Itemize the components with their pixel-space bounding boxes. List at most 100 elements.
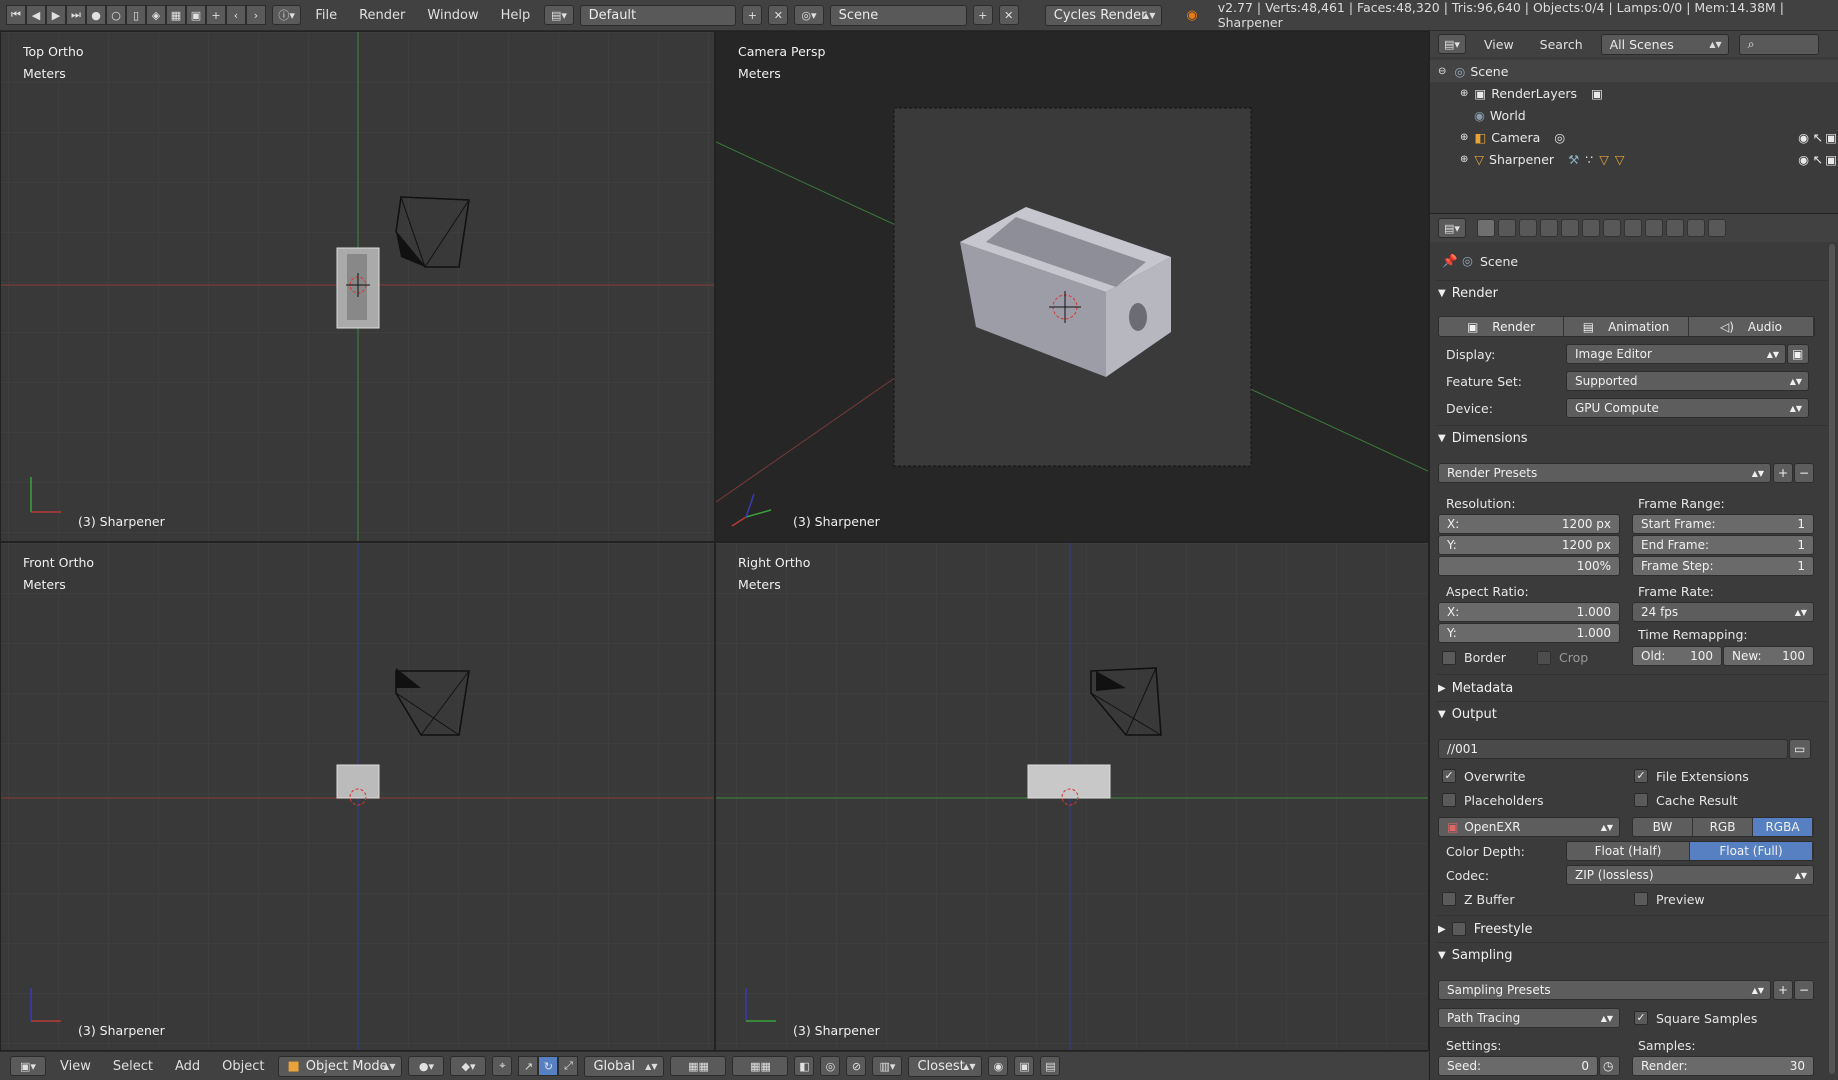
remove-scene-icon[interactable]: ✕: [998, 5, 1019, 25]
channel-bw-button[interactable]: BW: [1633, 818, 1693, 836]
properties-scrollbar[interactable]: [1829, 244, 1835, 1074]
screen-layout-icon[interactable]: ▤▾: [544, 5, 574, 25]
border-checkbox[interactable]: [1442, 651, 1456, 665]
add-sampling-preset-button[interactable]: +: [1773, 980, 1793, 1000]
expand-icon[interactable]: ⊕: [1460, 88, 1468, 99]
frame-rate-select[interactable]: 24 fps ▲▼: [1632, 602, 1814, 622]
animation-button[interactable]: ▤ Animation: [1564, 317, 1689, 336]
outliner-item-camera[interactable]: ⊕ ◧ Camera ◎ ◉ ↖ ▣: [1430, 126, 1838, 148]
remove-sampling-preset-button[interactable]: −: [1794, 980, 1814, 1000]
render-toggle-icon[interactable]: ▣: [1825, 130, 1837, 145]
outliner-search-menu[interactable]: Search: [1532, 37, 1591, 52]
outliner-item-sharpener[interactable]: ⊕ ▽ Sharpener ⚒ ∵ ▽ ▽ ◉ ↖ ▣: [1430, 148, 1838, 170]
viewport-top-ortho[interactable]: Top Ortho Meters (3) Sharpener: [0, 31, 715, 542]
outliner-item-scene[interactable]: ⊖ ◎ Scene: [1430, 60, 1838, 82]
render-section-header[interactable]: ▼ Render: [1438, 282, 1823, 304]
menu-add[interactable]: Add: [167, 1059, 208, 1074]
viewport-front-ortho[interactable]: Front Ortho Meters (3) Sharpener: [0, 542, 715, 1051]
record-icon[interactable]: ●: [86, 5, 106, 25]
metadata-section-header[interactable]: ▶ Metadata: [1438, 677, 1823, 699]
browse-folder-button[interactable]: ▭: [1789, 739, 1811, 759]
integrator-select[interactable]: Path Tracing ▲▼: [1438, 1008, 1620, 1028]
particles-tab-icon[interactable]: [1687, 219, 1705, 237]
overwrite-checkbox[interactable]: ✓: [1442, 769, 1456, 783]
image-icon[interactable]: ▣: [186, 5, 206, 25]
mode-select[interactable]: ■ Object Mode ▲▼: [278, 1055, 403, 1077]
material-tab-icon[interactable]: [1645, 219, 1663, 237]
info-editor-icon[interactable]: ⓘ▾: [272, 5, 302, 25]
snap-target-select[interactable]: Closest ▲▼: [908, 1055, 983, 1077]
placeholders-checkbox[interactable]: [1442, 793, 1456, 807]
scale-icon[interactable]: ⤢: [558, 1056, 579, 1076]
resolution-y-field[interactable]: Y: 1200 px: [1438, 535, 1620, 555]
texture-tab-icon[interactable]: [1666, 219, 1684, 237]
render-tab-icon[interactable]: [1477, 219, 1495, 237]
cursor-icon[interactable]: ↖: [1813, 130, 1823, 145]
add-preset-button[interactable]: +: [1773, 463, 1793, 483]
resolution-percentage-field[interactable]: 100%: [1438, 556, 1620, 576]
shading-icon[interactable]: ●▾: [408, 1056, 445, 1076]
layers-icon[interactable]: ▦▦: [670, 1056, 727, 1076]
scene-tab-icon[interactable]: [1519, 219, 1537, 237]
arrow-left-icon[interactable]: ‹: [226, 5, 246, 25]
data-tab-icon[interactable]: [1624, 219, 1642, 237]
add-icon[interactable]: +: [206, 5, 226, 25]
sampling-section-header[interactable]: ▼ Sampling: [1438, 944, 1823, 966]
file-format-select[interactable]: ▣ OpenEXR ▲▼: [1438, 817, 1620, 837]
expand-icon[interactable]: ⊕: [1460, 154, 1468, 165]
render-still-icon[interactable]: ▣: [1014, 1056, 1035, 1076]
outliner-view-menu[interactable]: View: [1476, 37, 1522, 52]
expand-icon[interactable]: ⊕: [1460, 132, 1468, 143]
jump-end-icon[interactable]: ⏭: [66, 5, 86, 25]
align-icon[interactable]: ◉: [988, 1056, 1009, 1076]
menu-view[interactable]: View: [52, 1059, 99, 1074]
cache-result-checkbox[interactable]: [1634, 793, 1648, 807]
layers2-icon[interactable]: ▦▦: [732, 1056, 789, 1076]
outliner-item-renderlayers[interactable]: ⊕ ▣ RenderLayers ▣: [1430, 82, 1838, 104]
outliner-search-input[interactable]: ⌕: [1738, 33, 1819, 55]
object-tab-icon[interactable]: [1561, 219, 1579, 237]
viewport-right-ortho[interactable]: Right Ortho Meters (3) Sharpener: [715, 542, 1429, 1051]
end-frame-field[interactable]: End Frame: 1: [1632, 535, 1814, 555]
depth-half-button[interactable]: Float (Half): [1567, 842, 1690, 860]
eye-icon[interactable]: ◉: [1798, 130, 1809, 145]
pin-icon[interactable]: 📌: [1442, 253, 1458, 269]
sphere-icon[interactable]: ○: [106, 5, 126, 25]
menu-window[interactable]: Window: [419, 8, 486, 23]
render-anim-icon[interactable]: ▤: [1040, 1056, 1061, 1076]
aspect-x-field[interactable]: X: 1.000: [1438, 602, 1620, 622]
proportional-icon[interactable]: ◎: [820, 1056, 841, 1076]
eye-icon[interactable]: ◉: [1798, 152, 1809, 167]
freestyle-checkbox[interactable]: [1451, 922, 1466, 936]
display-window-button[interactable]: ▣: [1787, 344, 1809, 364]
jump-start-icon[interactable]: ⏮: [6, 5, 26, 25]
time-new-field[interactable]: New: 100: [1723, 646, 1814, 666]
menu-object[interactable]: Object: [214, 1059, 272, 1074]
menu-render[interactable]: Render: [351, 8, 413, 23]
animated-seed-button[interactable]: ◷: [1599, 1056, 1620, 1076]
prev-keyframe-icon[interactable]: ◀: [26, 5, 46, 25]
cursor-icon[interactable]: ↖: [1813, 152, 1823, 167]
start-frame-field[interactable]: Start Frame: 1: [1632, 514, 1814, 534]
world-tab-icon[interactable]: [1540, 219, 1558, 237]
zbuffer-checkbox[interactable]: [1442, 892, 1456, 906]
arrow-right-icon[interactable]: ›: [246, 5, 266, 25]
display-select[interactable]: Image Editor ▲▼: [1566, 344, 1786, 364]
channel-rgb-button[interactable]: RGB: [1693, 818, 1753, 836]
snap-icon[interactable]: ⊘: [846, 1056, 867, 1076]
crop-checkbox[interactable]: [1537, 651, 1551, 665]
outliner-item-world[interactable]: ◉ World: [1430, 104, 1838, 126]
rotate-icon[interactable]: ↻: [538, 1056, 559, 1076]
remove-preset-button[interactable]: −: [1794, 463, 1814, 483]
dimensions-section-header[interactable]: ▼ Dimensions: [1438, 427, 1823, 449]
constraints-tab-icon[interactable]: [1582, 219, 1600, 237]
render-samples-field[interactable]: Render: 30: [1632, 1056, 1814, 1076]
feature-set-select[interactable]: Supported ▲▼: [1566, 371, 1809, 391]
resolution-x-field[interactable]: X: 1200 px: [1438, 514, 1620, 534]
physics-tab-icon[interactable]: [1708, 219, 1726, 237]
collapse-icon[interactable]: ⊖: [1438, 66, 1446, 77]
codec-select[interactable]: ZIP (lossless) ▲▼: [1566, 865, 1814, 885]
render-engine-select[interactable]: Cycles Render ▲▼: [1044, 4, 1163, 26]
lock-icon[interactable]: ◧: [794, 1056, 815, 1076]
outliner-editor-icon[interactable]: ▤▾: [1438, 34, 1466, 54]
